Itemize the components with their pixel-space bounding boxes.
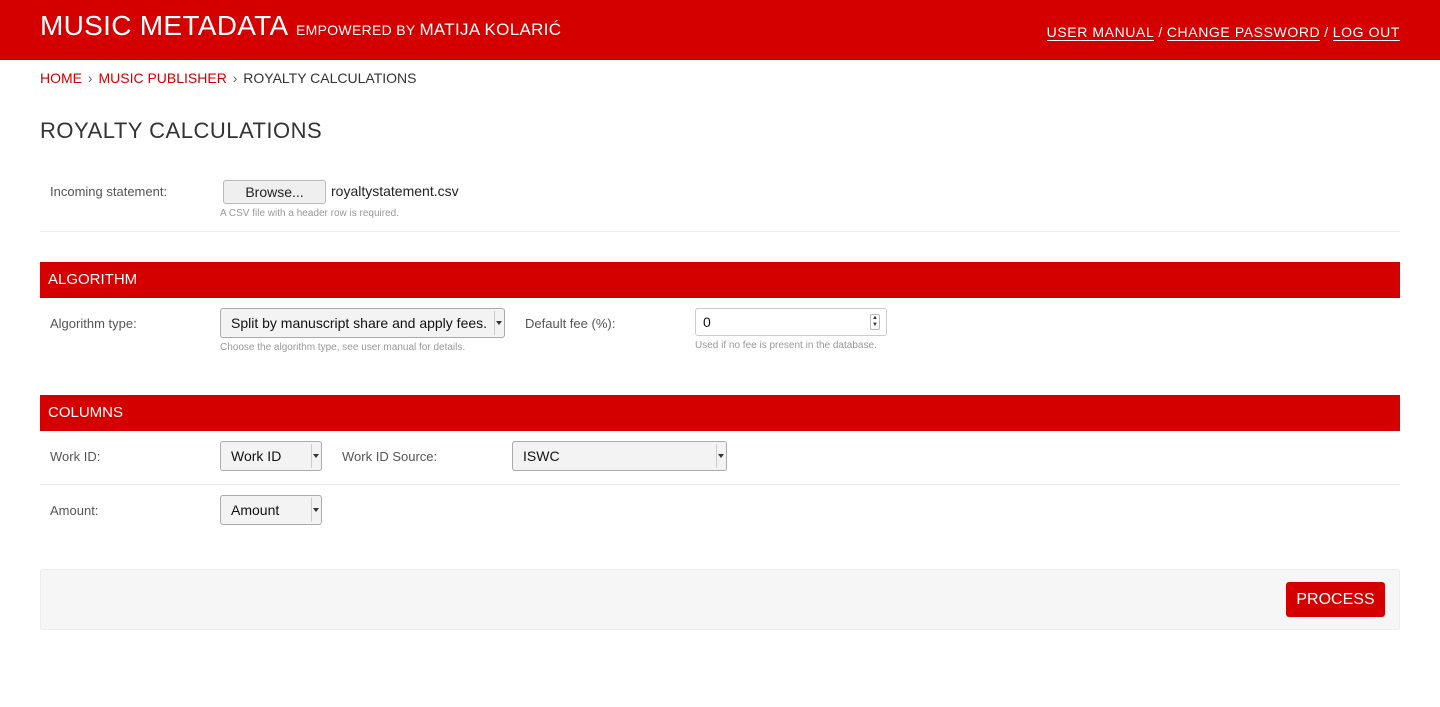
user-manual-link[interactable]: USER MANUAL <box>1046 24 1155 41</box>
brand-subtitle: EMPOWERED BY MATIJA KOLARIĆ <box>296 20 561 40</box>
number-spinner-icon[interactable]: ▲ ▼ <box>870 314 880 330</box>
breadcrumb-separator: › <box>232 70 238 86</box>
user-links: USER MANUAL / CHANGE PASSWORD / LOG OUT <box>1046 24 1400 41</box>
algorithm-type-select[interactable]: Split by manuscript share and apply fees… <box>220 308 505 338</box>
chevron-down-icon <box>311 498 319 522</box>
breadcrumb-separator: › <box>87 70 93 86</box>
page-title: ROYALTY CALCULATIONS <box>40 118 323 143</box>
submit-row <box>40 569 1400 630</box>
divider <box>40 231 1400 232</box>
work-id-source-value: ISWC <box>523 448 560 464</box>
default-fee-value: 0 <box>703 314 711 330</box>
algorithm-type-value: Split by manuscript share and apply fees… <box>231 315 488 331</box>
work-id-source-label: Work ID Source: <box>342 449 438 464</box>
top-header: MUSIC METADATA EMPOWERED BY MATIJA KOLAR… <box>0 0 1440 60</box>
change-password-link[interactable]: CHANGE PASSWORD <box>1166 24 1321 41</box>
log-out-link[interactable]: LOG OUT <box>1332 24 1400 41</box>
amount-value: Amount <box>231 502 280 518</box>
selected-filename: royaltystatement.csv <box>331 183 459 199</box>
breadcrumb-current: ROYALTY CALCULATIONS <box>243 70 417 86</box>
work-id-select[interactable]: Work ID <box>220 441 322 471</box>
link-separator: / <box>1324 24 1329 40</box>
empowered-by-text: EMPOWERED BY <box>296 22 416 38</box>
default-fee-label: Default fee (%): <box>525 316 616 331</box>
work-id-label: Work ID: <box>50 449 101 464</box>
breadcrumb-music-publisher[interactable]: MUSIC PUBLISHER <box>98 70 226 86</box>
default-fee-input[interactable]: 0 ▲ ▼ <box>695 308 887 336</box>
algorithm-type-label: Algorithm type: <box>50 316 137 331</box>
amount-label: Amount: <box>50 503 99 518</box>
process-button[interactable]: PROCESS <box>1286 582 1385 617</box>
breadcrumb-home[interactable]: HOME <box>40 70 82 86</box>
incoming-statement-label: Incoming statement: <box>50 184 168 199</box>
work-id-value: Work ID <box>231 448 282 464</box>
chevron-down-icon <box>716 444 724 468</box>
site-brand[interactable]: MUSIC METADATA <box>40 10 288 42</box>
browse-button[interactable]: Browse... <box>223 180 326 204</box>
divider <box>40 484 1400 485</box>
author-name: MATIJA KOLARIĆ <box>419 20 562 39</box>
breadcrumb: HOME › MUSIC PUBLISHER › ROYALTY CALCULA… <box>40 70 417 86</box>
chevron-down-icon <box>494 311 502 335</box>
statement-help-text: A CSV file with a header row is required… <box>220 208 399 219</box>
chevron-down-icon <box>311 444 319 468</box>
algorithm-section-header: ALGORITHM <box>40 262 1400 298</box>
link-separator: / <box>1158 24 1163 40</box>
amount-select[interactable]: Amount <box>220 495 322 525</box>
algorithm-type-help: Choose the algorithm type, see user manu… <box>220 342 466 353</box>
work-id-source-select[interactable]: ISWC <box>512 441 727 471</box>
columns-section-header: COLUMNS <box>40 395 1400 431</box>
default-fee-help: Used if no fee is present in the databas… <box>695 340 877 351</box>
